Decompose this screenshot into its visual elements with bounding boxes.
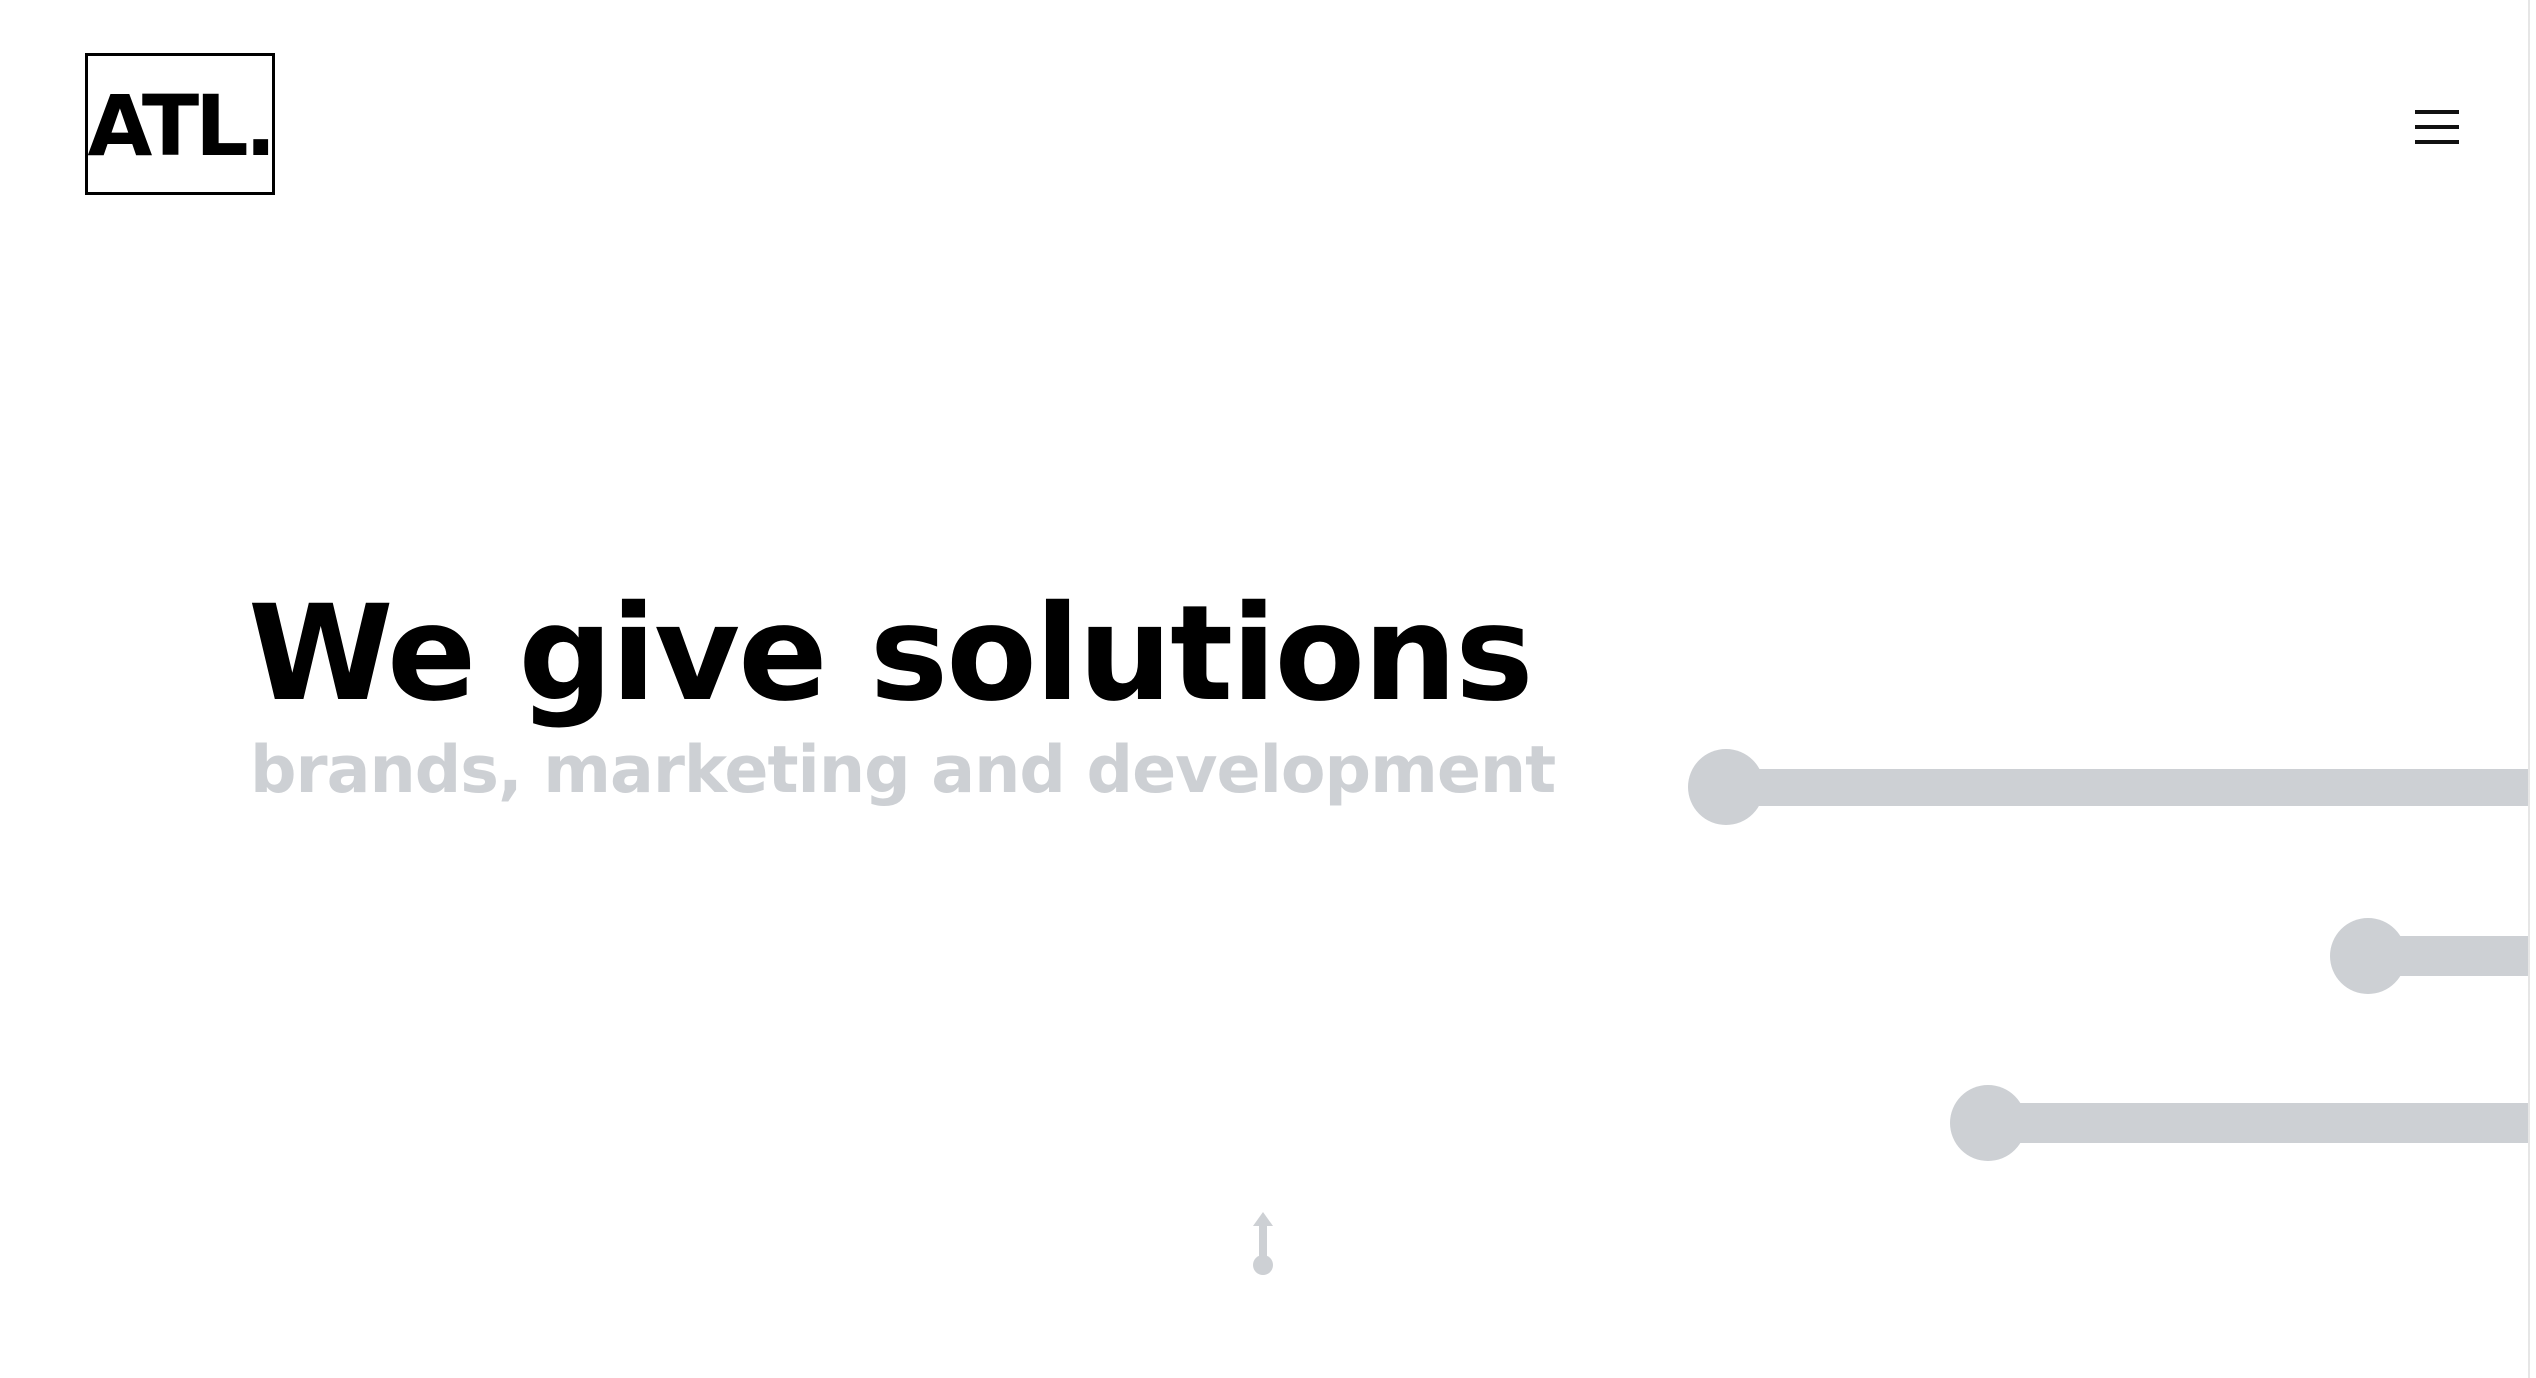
scroll-arrow-icon[interactable] [1248,1210,1278,1280]
decorative-lines [1688,749,2528,1161]
decor-line [1726,769,2528,806]
decor-line [1988,1103,2528,1143]
decor-line [2368,936,2528,976]
